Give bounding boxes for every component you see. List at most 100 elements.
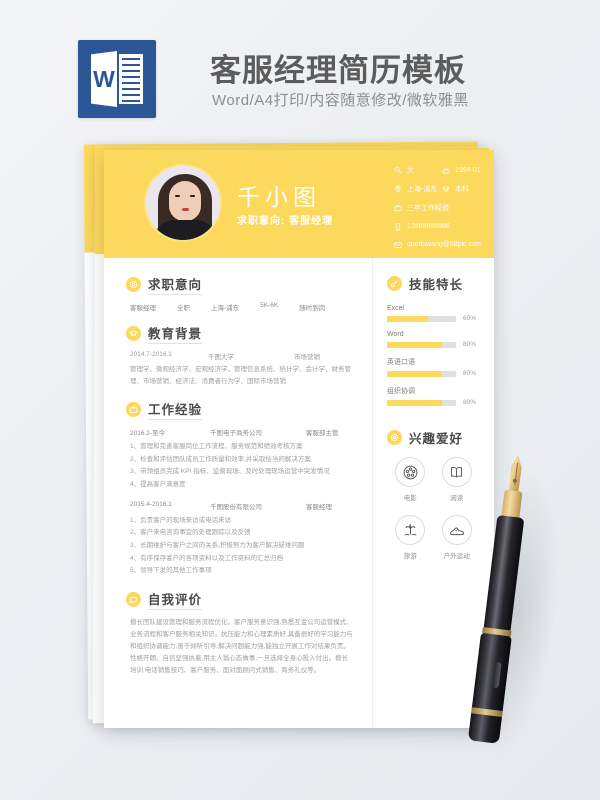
section-title: 技能特长 xyxy=(409,278,464,292)
objective-salary: 5K-6K xyxy=(260,302,279,309)
objective-city: 上海-浦东 xyxy=(211,305,240,312)
job-duty: 4、有序保存客户的各项资料以及工作资料的汇总归档 xyxy=(130,554,284,562)
section-self-evaluation: 自我评价 擅长团队建设管理和服务流程优化。客户服务意识强,熟悉互金公司运营模式、… xyxy=(126,589,354,677)
education-cap-icon xyxy=(440,185,451,194)
skill-bar-fill xyxy=(387,315,429,322)
section-header: 技能特长 xyxy=(387,274,480,293)
job-date: 2015.4-2016.1 xyxy=(130,500,172,508)
pen-cap xyxy=(467,632,512,744)
skill-percent: 80% xyxy=(463,399,477,406)
book-icon xyxy=(441,457,472,487)
candidate-objective: 求职意向: 客服经理 xyxy=(237,212,333,227)
hobby-item-film: 电影 xyxy=(387,457,434,502)
contact-experience: 三年工作经验 xyxy=(407,205,449,212)
skill-bar xyxy=(387,399,456,406)
job-header: 2016.2-至今 千图电子商务公司 客服部主管 xyxy=(126,427,354,437)
chat-icon xyxy=(126,592,141,608)
contact-education: 本科 xyxy=(455,186,469,193)
job-role: 客服部主管 xyxy=(306,430,339,438)
section-hobbies: 兴趣爱好 电影 阅读 旅游 户外运动 xyxy=(387,428,480,573)
skill-item: Excel 60% xyxy=(387,305,480,322)
section-title: 自我评价 xyxy=(148,589,203,611)
objective-value: 客服经理 xyxy=(289,216,334,227)
job-duty: 4、提高客户满意度 xyxy=(130,481,186,489)
section-job-objective: 求职意向 客服经理 全职 上海-浦东 5K-6K 随时到岗 xyxy=(126,274,354,312)
contact-phone: 13888888888 xyxy=(407,223,450,230)
resume-header: 千小图 求职意向: 客服经理 女 1994-01 上海-浦东 本科 三年工作经验… xyxy=(104,150,494,258)
word-icon-page xyxy=(119,54,143,104)
education-row: 2014.7-2016.1 千图大学 市场营销 xyxy=(126,351,354,361)
section-skills: 技能特长 Excel 60% Word 80% 英语口语 80% 组织协调 80… xyxy=(387,274,480,406)
contact-row-email[interactable]: qiantuwang@58pic.com xyxy=(392,240,492,249)
skill-name: 组织协调 xyxy=(387,388,415,395)
education-date: 2014.7-2016.1 xyxy=(130,351,172,358)
objective-position: 客服经理 xyxy=(130,305,156,312)
skill-percent: 80% xyxy=(463,341,477,348)
section-title: 教育背景 xyxy=(148,323,203,344)
objective-row: 客服经理 全职 上海-浦东 5K-6K 随时到岗 xyxy=(126,302,354,312)
page-title: 客服经理简历模板 xyxy=(210,53,466,88)
section-education: 教育背景 2014.7-2016.1 千图大学 市场营销 管理学、微观经济学、宏… xyxy=(126,323,354,388)
gender-icon xyxy=(392,166,403,175)
graduation-cap-icon xyxy=(126,326,141,341)
pen-barrel xyxy=(482,514,525,638)
location-icon xyxy=(392,185,403,194)
objective-type: 全职 xyxy=(177,305,190,312)
contact-birthday: 1994-01 xyxy=(455,166,481,174)
skill-bar-fill xyxy=(387,370,443,377)
target-icon xyxy=(126,277,141,292)
work-job-1: 2016.2-至今 千图电子商务公司 客服部主管 1、管理和完善客服岗位工作流程… xyxy=(126,427,354,492)
job-header: 2015.4-2016.1 千图股份有限公司 客服经理 xyxy=(126,501,354,511)
section-title: 兴趣爱好 xyxy=(409,432,464,446)
briefcase-icon xyxy=(392,204,403,213)
skill-name: Word xyxy=(387,331,404,338)
avatar xyxy=(144,164,222,242)
resume-sheet: 千小图 求职意向: 客服经理 女 1994-01 上海-浦东 本科 三年工作经验… xyxy=(104,150,494,728)
candidate-name: 千小图 xyxy=(237,184,321,210)
hobby-label: 阅读 xyxy=(450,495,464,502)
job-duty: 2、检查和评估团队成员工作质量和效率,并采取恰当的解决方案 xyxy=(130,455,311,463)
job-duty: 3、长期维护与客户之间的关系,积极努力为客户解决疑难问题 xyxy=(130,542,305,550)
word-icon: W xyxy=(78,40,156,118)
education-courses: 管理学、微观经济学、宏观经济学、管理信息系统、统计学、会计学、财务管理、市场营销… xyxy=(130,366,351,386)
education-major: 市场营销 xyxy=(294,354,320,361)
job-company: 千图股份有限公司 xyxy=(210,503,262,511)
hobby-grid: 电影 阅读 旅游 户外运动 xyxy=(387,457,480,573)
job-duty: 2、客户来电咨询事宜的处理跟踪以及反馈 xyxy=(130,529,251,537)
palm-tree-icon xyxy=(395,515,426,545)
word-icon-letter: W xyxy=(93,65,115,92)
skill-bar-fill xyxy=(387,341,443,348)
job-date: 2016.2-至今 xyxy=(130,430,166,438)
resume-left-column: 求职意向 客服经理 全职 上海-浦东 5K-6K 随时到岗 教育背景 2014.… xyxy=(104,258,372,728)
job-duty: 1、管理和完善客服岗位工作流程、服务规范和绩效考核方案 xyxy=(130,443,303,451)
skill-name: Excel xyxy=(387,305,405,312)
skill-bar xyxy=(387,341,456,348)
section-header: 求职意向 xyxy=(126,274,354,295)
skill-item: 组织协调 80% xyxy=(387,386,480,406)
job-duties: 1、负责客户的现场来访或电话来访 2、客户来电咨询事宜的处理跟踪以及反馈 3、长… xyxy=(126,515,354,578)
contact-email: qiantuwang@58pic.com xyxy=(407,241,482,248)
hobby-item-outdoor: 户外运动 xyxy=(434,515,481,560)
contact-row-gender: 女 1994-01 xyxy=(392,165,492,175)
shoe-icon xyxy=(441,515,472,545)
skill-percent: 80% xyxy=(463,370,477,377)
skill-item: 英语口语 80% xyxy=(387,357,480,377)
contact-location: 上海-浦东 xyxy=(407,186,438,193)
film-reel-icon xyxy=(395,457,426,487)
phone-icon xyxy=(392,222,403,231)
contact-row-phone[interactable]: 13888888888 xyxy=(392,222,492,231)
skill-percent: 60% xyxy=(463,315,477,322)
job-duties: 1、管理和完善客服岗位工作流程、服务规范和绩效考核方案 2、检查和评估团队成员工… xyxy=(126,441,354,492)
job-role: 客服经理 xyxy=(306,503,332,511)
contact-row-location: 上海-浦东 本科 xyxy=(392,184,492,194)
birthday-icon xyxy=(440,166,451,175)
job-duty: 3、带领组员完成 KPI 指标、监督现场、及时处理现场运营中突发情况 xyxy=(130,468,330,476)
self-evaluation-text: 擅长团队建设管理和服务流程优化。客户服务意识强,熟悉互金公司运营模式、业务流程和… xyxy=(130,619,353,675)
objective-availability: 随时到岗 xyxy=(299,305,326,312)
hobby-label: 旅游 xyxy=(403,553,417,560)
hobby-item-reading: 阅读 xyxy=(434,457,481,502)
section-header: 工作经验 xyxy=(126,399,354,421)
skill-bar xyxy=(387,370,456,377)
section-header: 教育背景 xyxy=(126,323,354,344)
hobby-label: 户外运动 xyxy=(443,553,470,560)
